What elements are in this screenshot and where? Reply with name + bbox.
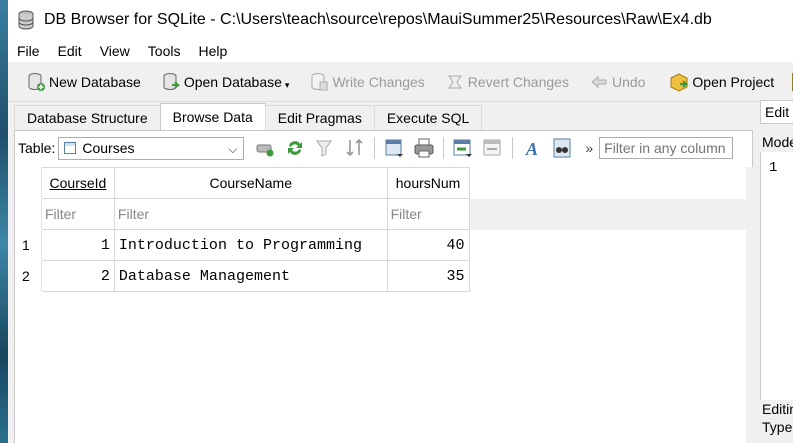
data-grid: CourseId CourseName hoursNum Filter Filt…	[15, 167, 746, 443]
title-bar: DB Browser for SQLite - C:\Users\teach\s…	[8, 0, 793, 40]
row-empty	[469, 261, 745, 292]
browse-toolbar: Table: Courses ⌵ A » Filter in any colum…	[15, 131, 752, 165]
main-tabs: Database Structure Browse Data Edit Prag…	[8, 103, 483, 130]
table-select[interactable]: Courses ⌵	[58, 136, 245, 160]
app-window: DB Browser for SQLite - C:\Users\teach\s…	[8, 0, 793, 443]
open-database-dropdown-icon[interactable]: ▾	[285, 80, 290, 91]
browse-actions: A	[254, 137, 581, 159]
type-label: Type	[762, 419, 793, 435]
courseid-filter-input[interactable]: Filter	[40, 198, 115, 230]
revert-changes-icon	[445, 72, 465, 92]
toolbar-separator	[512, 137, 514, 159]
sync-icon[interactable]	[284, 137, 306, 159]
menu-tools[interactable]: Tools	[148, 43, 181, 59]
cell-coursename[interactable]: Introduction to Programming	[113, 229, 388, 261]
toolbar-separator	[374, 137, 376, 159]
menu-view[interactable]: View	[100, 43, 130, 59]
new-database-icon	[26, 72, 46, 92]
edit-cell-pane: Edit Mode 1 Editin Type	[760, 100, 793, 443]
editor-line-number: 1	[769, 160, 778, 176]
refresh-table-icon[interactable]	[254, 137, 276, 159]
insert-record-icon[interactable]	[452, 137, 474, 159]
row-number[interactable]: 1	[15, 229, 42, 261]
cell-editor[interactable]: 1	[760, 152, 793, 400]
open-project-button[interactable]: Open Project	[669, 72, 774, 92]
clear-filters-icon[interactable]	[314, 137, 336, 159]
toolbar-separator	[443, 137, 445, 159]
revert-changes-button[interactable]: Revert Changes	[445, 72, 569, 92]
table-icon	[64, 142, 77, 154]
table-row[interactable]: 1 1 Introduction to Programming 40	[15, 229, 746, 261]
chevron-down-icon: ⌵	[228, 141, 238, 156]
text-format-icon[interactable]: A	[521, 137, 543, 159]
column-header-coursename[interactable]: CourseName	[113, 167, 388, 199]
open-database-icon	[161, 72, 181, 92]
cell-hoursnum[interactable]: 40	[386, 229, 470, 261]
header-empty-area	[469, 167, 746, 199]
svg-text:A: A	[525, 139, 538, 159]
row-number[interactable]: 2	[15, 260, 42, 292]
coursename-filter-input[interactable]: Filter	[113, 198, 388, 230]
table-label: Table:	[18, 140, 56, 156]
data-table: CourseId CourseName hoursNum Filter Filt…	[15, 167, 746, 292]
more-actions-button[interactable]: »	[585, 140, 593, 156]
column-header-hoursnum[interactable]: hoursNum	[386, 167, 470, 199]
save-table-icon[interactable]	[383, 137, 405, 159]
sort-icon[interactable]	[344, 137, 366, 159]
corner-cell[interactable]	[15, 167, 42, 199]
menu-help[interactable]: Help	[198, 43, 227, 59]
write-changes-icon	[309, 72, 329, 92]
mode-label: Mode	[762, 134, 793, 150]
cell-courseid[interactable]: 1	[40, 229, 115, 261]
undo-button[interactable]: Undo	[589, 72, 645, 92]
editing-info: Editin Type	[762, 400, 793, 436]
filter-any-column-input[interactable]	[599, 137, 734, 159]
cell-courseid[interactable]: 2	[40, 260, 115, 292]
delete-record-icon[interactable]	[482, 137, 504, 159]
menu-file[interactable]: File	[17, 43, 40, 59]
undo-icon	[589, 72, 609, 92]
new-database-button[interactable]: New Database	[26, 72, 141, 92]
menu-bar: File Edit View Tools Help	[8, 40, 793, 62]
hoursnum-filter-input[interactable]: Filter	[386, 198, 470, 230]
main-toolbar: New Database Open Database ▾ Write Chang…	[8, 62, 793, 102]
filter-row-header	[15, 198, 42, 230]
tab-execute-sql[interactable]: Execute SQL	[373, 105, 483, 130]
tab-edit-pragmas[interactable]: Edit Pragmas	[264, 105, 375, 130]
vertical-scrollbar[interactable]	[746, 167, 753, 443]
tab-edit-cell[interactable]: Edit	[760, 100, 793, 124]
column-header-courseid[interactable]: CourseId	[40, 167, 115, 199]
find-icon[interactable]	[551, 137, 573, 159]
database-app-icon	[17, 10, 35, 30]
row-empty	[469, 230, 745, 261]
table-row[interactable]: 2 2 Database Management 35	[15, 260, 746, 292]
cell-coursename[interactable]: Database Management	[113, 260, 388, 292]
browse-data-panel: Table: Courses ⌵ A » Filter in any colum…	[14, 130, 753, 443]
menu-edit[interactable]: Edit	[58, 43, 82, 59]
cell-hoursnum[interactable]: 35	[386, 260, 470, 292]
window-title: DB Browser for SQLite - C:\Users\teach\s…	[44, 11, 712, 28]
print-icon[interactable]	[413, 137, 435, 159]
header-row: CourseId CourseName hoursNum	[15, 167, 746, 199]
tab-browse-data[interactable]: Browse Data	[159, 103, 266, 130]
filter-row: Filter Filter Filter	[15, 198, 746, 230]
table-select-value: Courses	[82, 140, 135, 156]
open-database-button[interactable]: Open Database ▾	[161, 72, 290, 92]
editing-label: Editin	[762, 401, 793, 417]
tab-database-structure[interactable]: Database Structure	[14, 105, 161, 130]
open-project-icon	[669, 72, 689, 92]
write-changes-button[interactable]: Write Changes	[309, 72, 425, 92]
filter-row-empty	[469, 198, 746, 230]
